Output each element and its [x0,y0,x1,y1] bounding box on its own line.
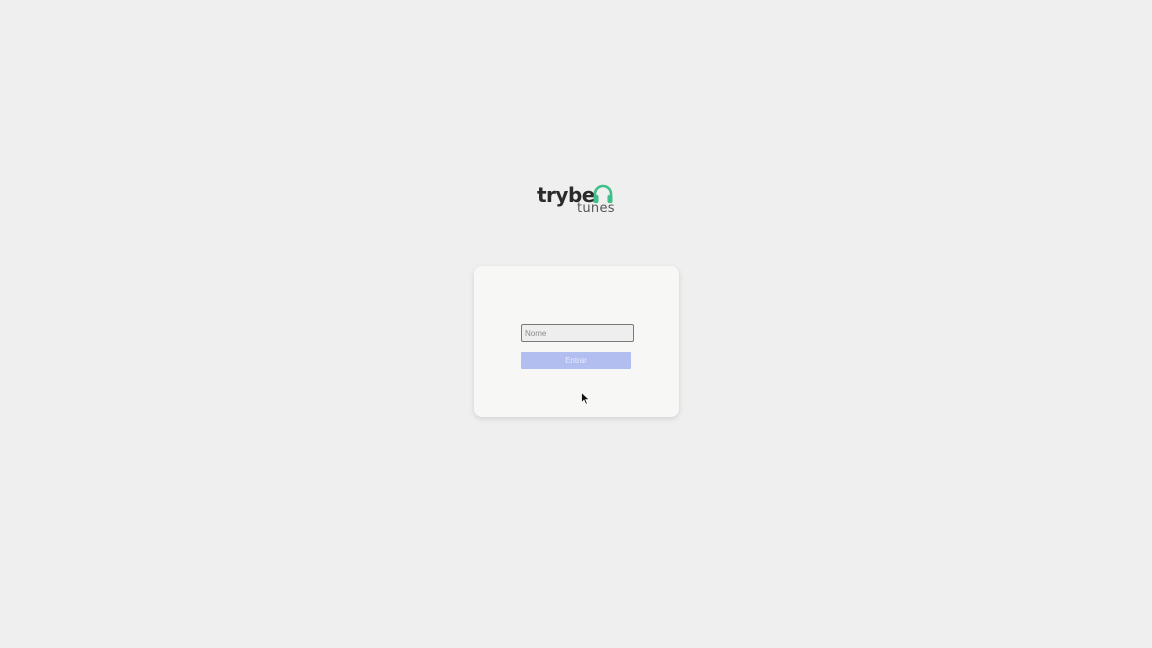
trybe-tunes-logo: trybe tunes [537,182,617,218]
login-page: trybe tunes Entrar [0,0,1152,648]
login-card: Entrar [474,266,679,417]
name-input[interactable] [521,324,634,342]
mouse-cursor-icon [581,391,591,405]
enter-button[interactable]: Entrar [521,352,631,369]
logo-word-tunes: tunes [577,201,615,216]
